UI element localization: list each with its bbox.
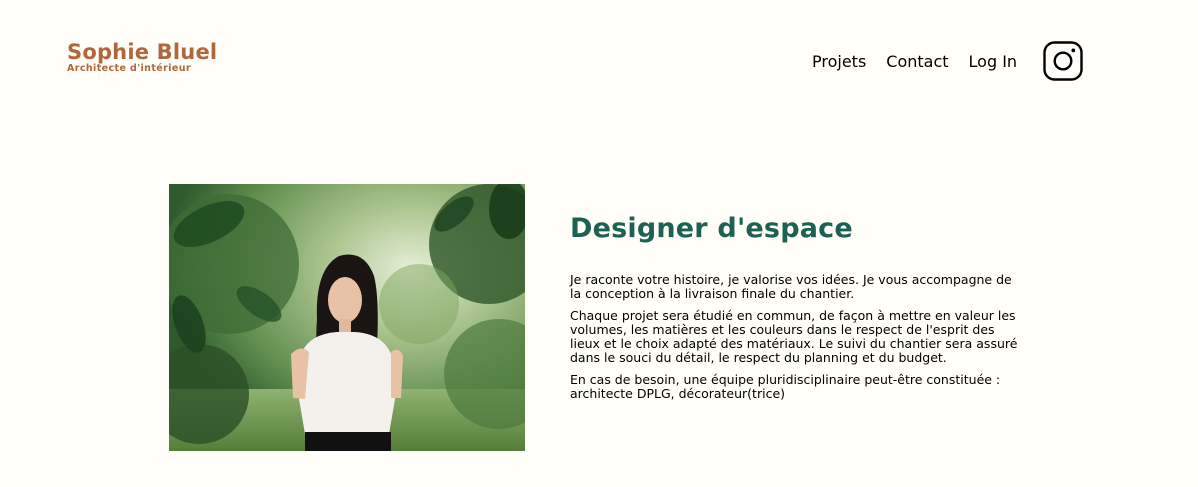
nav-login[interactable]: Log In <box>969 52 1018 71</box>
designer-photo <box>169 184 525 451</box>
intro-section: Designer d'espace Je raconte votre histo… <box>570 211 1020 409</box>
nav-projets[interactable]: Projets <box>812 52 866 71</box>
instagram-icon[interactable] <box>1043 41 1083 81</box>
logo-title: Sophie Bluel <box>67 40 218 64</box>
logo-subtitle: Architecte d'intérieur <box>67 63 191 74</box>
nav-contact[interactable]: Contact <box>886 52 948 71</box>
logo[interactable]: Sophie Bluel Architecte d'intérieur <box>67 40 217 74</box>
intro-paragraph-1: Je raconte votre histoire, je valorise v… <box>570 272 1012 301</box>
intro-paragraph-2: Chaque projet sera étudié en commun, de … <box>570 308 1018 365</box>
main-nav: Projets Contact Log In <box>812 41 1037 81</box>
intro-paragraph-3: En cas de besoin, une équipe pluridiscip… <box>570 372 1001 401</box>
intro-title: Designer d'espace <box>570 213 853 244</box>
